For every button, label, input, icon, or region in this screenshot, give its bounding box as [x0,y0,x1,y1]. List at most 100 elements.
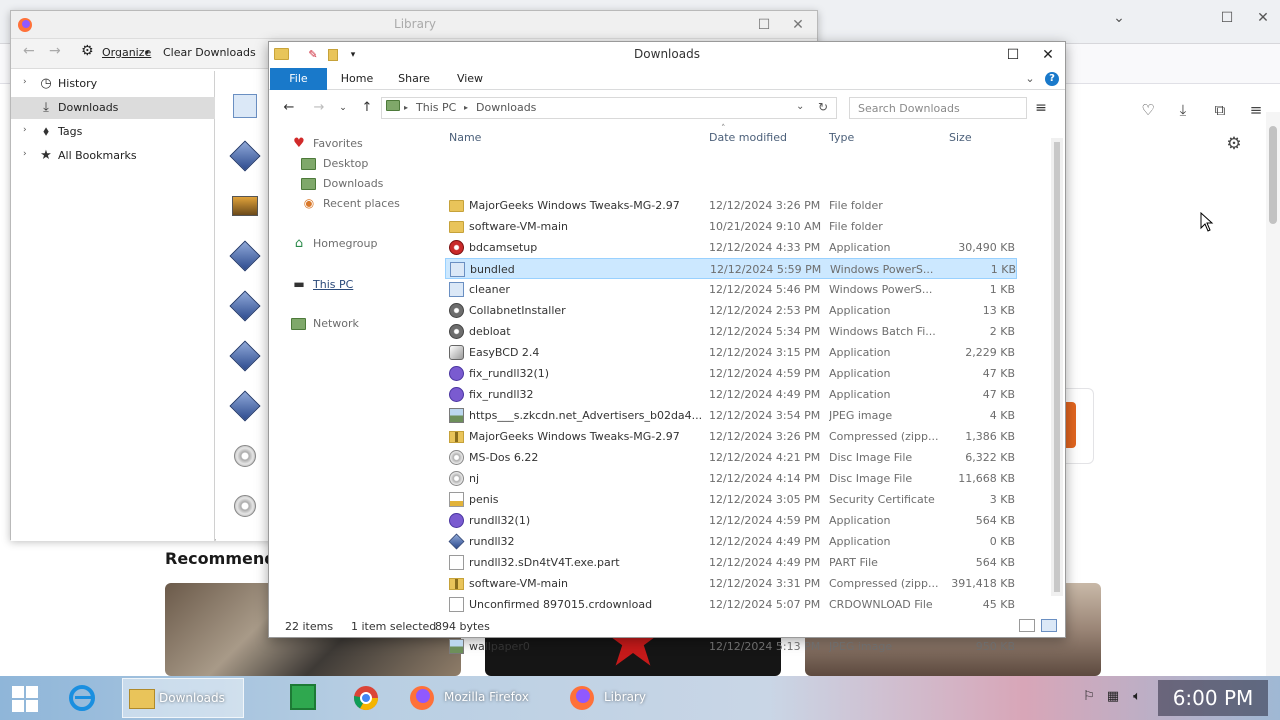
expand-arrow-icon[interactable]: › [23,149,27,159]
nav-network[interactable]: Network [269,314,441,334]
table-row[interactable]: nj 12/12/2024 4:14 PM Disc Image File 11,66… [445,468,1017,489]
search-input[interactable] [849,97,1027,119]
taskbar-app-library[interactable]: Library [562,678,716,718]
column-header-name[interactable]: Name [449,131,481,144]
scrollbar-thumb[interactable] [1269,126,1277,224]
help-icon[interactable]: ? [1045,72,1059,86]
explorer-close-icon[interactable]: ✕ [1031,42,1065,68]
taskbar-app-chrome[interactable] [340,678,392,718]
download-item[interactable] [229,340,261,372]
download-item[interactable] [230,441,260,471]
taskbar-app-downloads[interactable]: Downloads [122,678,244,718]
library-maximize-icon[interactable]: ☐ [747,12,781,38]
download-item[interactable] [229,240,261,272]
browser-restore-icon[interactable]: ☐ [1212,6,1242,30]
recent-locations-chevron-icon[interactable]: ⌄ [333,99,353,117]
breadcrumb-this-pc[interactable]: This PC [416,101,456,114]
expand-arrow-icon[interactable]: › [23,125,27,135]
table-row[interactable]: fix_rundll32 12/12/2024 4:49 PM Applicatio… [445,384,1017,405]
tray-flag-icon[interactable]: ⚐ [1080,688,1098,706]
table-row[interactable]: penis 12/12/2024 3:05 PM Security Certific… [445,489,1017,510]
tree-item-all-bookmarks[interactable]: › ★ All Bookmarks [11,145,215,167]
table-row[interactable]: software-VM-main 10/21/2024 9:10 AM File f… [445,216,1017,237]
firefox-icon [570,686,594,710]
download-icon[interactable]: ⤓ [1171,98,1195,122]
tab-file[interactable]: File [270,68,327,90]
tab-home[interactable]: Home [335,68,379,90]
table-row[interactable]: cleaner 12/12/2024 5:46 PM Windows PowerS.… [445,279,1017,300]
tray-network-icon[interactable]: ▦ [1104,688,1122,706]
windows-start-icon[interactable] [12,686,38,712]
table-row[interactable]: software-VM-main 12/12/2024 3:31 PM Compre… [445,573,1017,594]
table-row[interactable]: bdcamsetup 12/12/2024 4:33 PM Application 3… [445,237,1017,258]
puzzle-icon[interactable]: ⧉ [1208,98,1232,122]
back-arrow-icon[interactable]: ← [23,43,35,59]
taskbar-app-firefox[interactable]: Mozilla Firefox [402,678,556,718]
table-row[interactable]: fix_rundll32(1) 12/12/2024 4:59 PM Applica… [445,363,1017,384]
library-close-icon[interactable]: ✕ [781,12,815,38]
address-bar[interactable]: ▸ This PC ▸ Downloads ⌄ ↻ [381,97,837,119]
browser-scrollbar[interactable] [1266,112,1280,676]
column-header-type[interactable]: Type [829,131,854,144]
gear-icon[interactable]: ⚙ [1222,132,1246,156]
download-item[interactable] [230,91,260,121]
table-row[interactable]: MajorGeeks Windows Tweaks-MG-2.97 12/12/2… [445,195,1017,216]
column-header-size[interactable]: Size [949,131,972,144]
taskbar-app-ie[interactable] [56,678,108,718]
table-row[interactable]: EasyBCD 2.4 12/12/2024 3:15 PM Application… [445,342,1017,363]
table-row[interactable]: wallpaper0 12/12/2024 5:13 PM JPEG image 95… [445,636,1017,657]
tree-item-history[interactable]: › ◷ History [11,73,215,95]
tree-item-tags[interactable]: › ⬧ Tags [11,121,215,143]
explorer-maximize-icon[interactable]: ☐ [996,42,1030,68]
forward-arrow-icon[interactable]: → [49,43,61,59]
download-item[interactable] [229,390,261,422]
table-row[interactable]: rundll32(1) 12/12/2024 4:59 PM Application… [445,510,1017,531]
table-row[interactable]: https___s.zkcdn.net_Advertisers_b02da4..… [445,405,1017,426]
table-row[interactable]: rundll32 12/12/2024 4:49 PM Application 0 K… [445,531,1017,552]
organize-button[interactable]: Organize [102,46,151,59]
table-row[interactable]: Unconfirmed 897015.crdownload 12/12/2024 … [445,594,1017,615]
tab-view[interactable]: View [451,68,489,90]
table-row[interactable]: MS-Dos 6.22 12/12/2024 4:21 PM Disc Image … [445,447,1017,468]
nav-this-pc[interactable]: ▬ This PC [269,275,441,295]
tab-share[interactable]: Share [393,68,435,90]
clear-downloads-button[interactable]: Clear Downloads [163,46,256,59]
file-list-scrollbar[interactable] [1051,138,1063,596]
tray-volume-icon[interactable]: 🔈︎ [1128,688,1146,706]
table-row[interactable]: CollabnetInstaller 12/12/2024 2:53 PM Appl… [445,300,1017,321]
scrollbar-thumb[interactable] [1054,142,1060,592]
nav-favorites[interactable]: ♥ Favorites [269,134,441,154]
ribbon-expand-chevron-icon[interactable]: ⌄ [1023,68,1037,90]
up-arrow-icon[interactable]: ↑ [357,99,377,117]
forward-arrow-icon[interactable]: → [309,99,329,117]
table-row[interactable]: debloat 12/12/2024 5:34 PM Windows Batch F… [445,321,1017,342]
expand-arrow-icon[interactable]: › [23,77,27,87]
nav-desktop[interactable]: Desktop [269,154,441,174]
table-row[interactable]: bundled 12/12/2024 5:59 PM Windows PowerS.… [445,258,1017,279]
breadcrumb-downloads[interactable]: Downloads [476,101,536,114]
pocket-icon[interactable]: ♡ [1136,98,1160,122]
taskbar-app-store[interactable] [278,678,330,718]
nav-downloads[interactable]: Downloads [269,174,441,194]
download-item[interactable] [229,290,261,322]
large-icons-view-icon[interactable] [1041,619,1057,632]
view-options-icon[interactable]: ≡ [1031,99,1051,117]
taskbar-clock[interactable]: 6:00 PM [1158,680,1268,716]
download-item[interactable] [230,191,260,221]
table-row[interactable]: MajorGeeks Windows Tweaks-MG-2.97 12/12/2… [445,426,1017,447]
address-dropdown-icon[interactable]: ⌄ [796,101,804,112]
download-item[interactable] [230,491,260,521]
column-header-date[interactable]: Date modified [709,131,787,144]
nav-homegroup[interactable]: ⌂ Homegroup [269,234,441,254]
browser-close-icon[interactable]: ✕ [1248,6,1278,30]
refresh-icon[interactable]: ↻ [818,100,828,114]
chevron-down-icon[interactable]: ▾ [145,48,149,57]
details-view-icon[interactable] [1019,619,1035,632]
tree-item-downloads[interactable]: ⤓ Downloads [11,97,215,119]
hamburger-icon[interactable]: ≡ [1244,98,1268,122]
table-row[interactable]: rundll32.sDn4tV4T.exe.part 12/12/2024 4:4… [445,552,1017,573]
nav-recent-places[interactable]: ◉ Recent places [269,194,441,214]
download-item[interactable] [229,140,261,172]
list-tabs-chevron-icon[interactable]: ⌄ [1104,6,1134,30]
back-arrow-icon[interactable]: ← [279,99,299,117]
